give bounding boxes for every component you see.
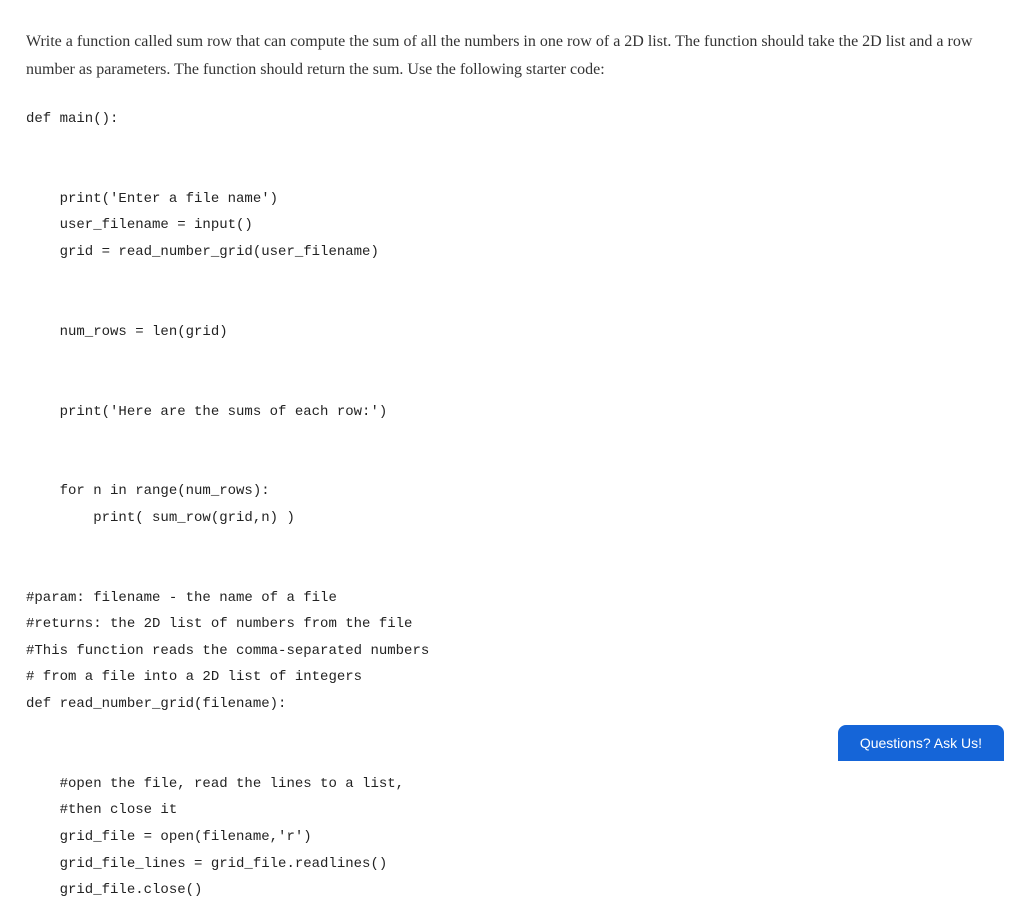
code-block: def main(): print('Enter a file name') u…	[26, 106, 998, 904]
ask-us-button[interactable]: Questions? Ask Us!	[838, 725, 1004, 761]
problem-description: Write a function called sum row that can…	[26, 28, 998, 84]
